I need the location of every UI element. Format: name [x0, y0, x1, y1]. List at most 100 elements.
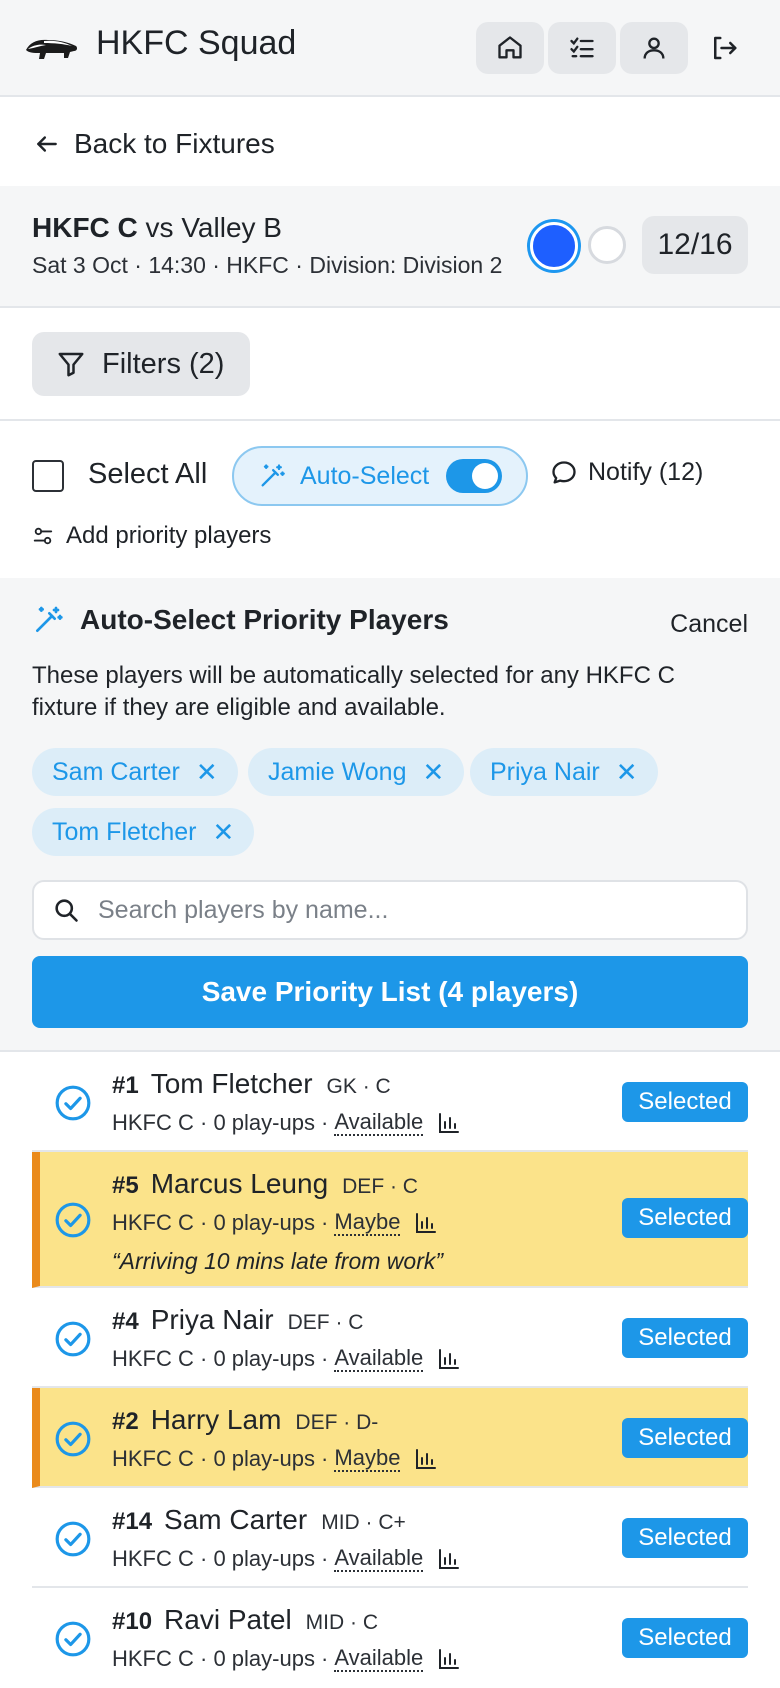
player-row[interactable]: #1 Tom Fletcher GK · C HKFC C · 0 play-u… — [32, 1052, 748, 1152]
player-header: #10 Ravi Patel MID · C — [112, 1604, 378, 1636]
filters-button[interactable]: Filters (2) — [32, 332, 250, 396]
player-team: HKFC C · 0 play-ups · — [112, 1646, 329, 1671]
logout-icon — [714, 36, 737, 60]
player-info: HKFC C · 0 play-ups · Maybe — [112, 1210, 438, 1236]
select-all-checkbox[interactable] — [32, 460, 64, 492]
home-button[interactable] — [476, 22, 544, 74]
check-circle-icon — [55, 1421, 91, 1457]
notify-label: Notify (12) — [588, 458, 704, 486]
selected-button[interactable]: Selected — [622, 1318, 748, 1358]
home-icon — [498, 36, 522, 59]
player-name: Sam Carter — [164, 1504, 308, 1535]
check-circle-icon — [55, 1085, 91, 1121]
player-header: #1 Tom Fletcher GK · C — [112, 1068, 391, 1100]
home-color-dot[interactable] — [530, 222, 578, 270]
remove-chip-icon[interactable]: ✕ — [423, 759, 445, 785]
user-icon — [643, 37, 665, 59]
fixture-details: Sat 3 Oct · 14:30 · HKFC · Division: Div… — [32, 252, 503, 278]
player-row[interactable]: #5 Marcus Leung DEF · C HKFC C · 0 play-… — [32, 1152, 748, 1288]
remove-chip-icon[interactable]: ✕ — [212, 819, 234, 845]
arrow-left-icon — [37, 136, 57, 152]
stats-icon[interactable] — [414, 1447, 438, 1471]
remove-chip-icon[interactable]: ✕ — [196, 759, 218, 785]
player-header: #2 Harry Lam DEF · D- — [112, 1404, 378, 1436]
auto-select-label: Auto-Select — [300, 461, 430, 490]
player-info: HKFC C · 0 play-ups · Available — [112, 1646, 461, 1672]
away-color-dot[interactable] — [588, 226, 626, 264]
availability-status[interactable]: Maybe — [334, 1210, 401, 1236]
app-title: HKFC Squad — [96, 24, 297, 62]
player-number: #10 — [112, 1608, 153, 1635]
back-to-fixtures-link[interactable]: Back to Fixtures — [34, 124, 275, 164]
selected-button[interactable]: Selected — [622, 1082, 748, 1122]
stats-icon[interactable] — [414, 1211, 438, 1235]
player-name: Marcus Leung — [150, 1168, 329, 1199]
player-row[interactable]: #4 Priya Nair DEF · C HKFC C · 0 play-up… — [32, 1288, 748, 1388]
fixture-team: HKFC C — [32, 212, 138, 243]
search-icon — [55, 899, 78, 922]
priority-panel-heading: Auto-Select Priority Players — [32, 604, 449, 636]
player-row[interactable]: #14 Sam Carter MID · C+ HKFC C · 0 play-… — [32, 1488, 748, 1588]
stats-icon[interactable] — [437, 1111, 461, 1135]
fixture-title: HKFC C vs Valley B — [32, 212, 282, 244]
player-search-input[interactable] — [98, 895, 698, 925]
player-position-grade: DEF · C — [342, 1175, 418, 1198]
add-priority-players-link[interactable]: Add priority players — [32, 522, 271, 550]
selected-button[interactable]: Selected — [622, 1518, 748, 1558]
availability-status[interactable]: Available — [334, 1110, 424, 1136]
filter-icon — [58, 352, 84, 377]
save-priority-button[interactable]: Save Priority List (4 players) — [32, 956, 748, 1028]
stats-icon[interactable] — [437, 1647, 461, 1671]
sliders-icon — [33, 527, 53, 545]
availability-status[interactable]: Available — [334, 1646, 424, 1672]
player-info: HKFC C · 0 play-ups · Available — [112, 1346, 461, 1372]
filters-label: Filters (2) — [102, 347, 225, 380]
player-row[interactable]: #10 Ravi Patel MID · C HKFC C · 0 play-u… — [32, 1588, 748, 1688]
fixture-opponent: vs Valley B — [145, 212, 282, 243]
selected-button[interactable]: Selected — [622, 1418, 748, 1458]
stats-icon[interactable] — [437, 1347, 461, 1371]
availability-status[interactable]: Available — [334, 1346, 424, 1372]
notify-button[interactable]: Notify (12) — [550, 458, 703, 487]
stats-icon[interactable] — [437, 1547, 461, 1571]
player-number: #1 — [112, 1072, 139, 1099]
chip-label: Priya Nair — [490, 757, 600, 786]
section-divider — [0, 419, 780, 421]
availability-status[interactable]: Maybe — [334, 1446, 401, 1472]
player-name: Priya Nair — [150, 1304, 274, 1335]
selected-button[interactable]: Selected — [622, 1198, 748, 1238]
cancel-button[interactable]: Cancel — [670, 610, 748, 639]
player-position-grade: MID · C+ — [321, 1511, 406, 1534]
player-team: HKFC C · 0 play-ups · — [112, 1110, 329, 1135]
remove-chip-icon[interactable]: ✕ — [616, 759, 638, 785]
player-search — [32, 880, 748, 940]
selection-count-badge: 12/16 — [642, 216, 748, 274]
player-team: HKFC C · 0 play-ups · — [112, 1546, 329, 1571]
player-number: #14 — [112, 1508, 153, 1535]
chat-bubble-icon — [552, 460, 576, 483]
priority-panel-title: Auto-Select Priority Players — [80, 604, 449, 635]
magic-wand-icon — [36, 606, 63, 632]
player-info: HKFC C · 0 play-ups · Available — [112, 1110, 461, 1136]
player-info: HKFC C · 0 play-ups · Maybe — [112, 1446, 438, 1472]
player-header: #14 Sam Carter MID · C+ — [112, 1504, 406, 1536]
player-header: #4 Priya Nair DEF · C — [112, 1304, 363, 1336]
availability-status[interactable]: Available — [334, 1546, 424, 1572]
player-name: Tom Fletcher — [150, 1068, 313, 1099]
availability-button[interactable] — [548, 22, 616, 74]
player-row[interactable]: #2 Harry Lam DEF · D- HKFC C · 0 play-up… — [32, 1388, 748, 1488]
priority-chip: Tom Fletcher ✕ — [32, 808, 255, 856]
select-all-label[interactable]: Select All — [88, 458, 207, 491]
profile-button[interactable] — [620, 22, 688, 74]
magic-wand-icon — [261, 464, 285, 487]
badger-logo — [26, 39, 78, 59]
check-circle-icon — [55, 1321, 91, 1357]
chip-label: Tom Fletcher — [52, 817, 197, 846]
priority-players-panel: Auto-Select Priority Players Cancel Thes… — [0, 578, 780, 1052]
player-number: #5 — [112, 1172, 139, 1199]
player-info: HKFC C · 0 play-ups · Available — [112, 1546, 461, 1572]
auto-select-toggle[interactable] — [446, 459, 502, 493]
logout-button[interactable] — [690, 22, 758, 74]
player-position-grade: DEF · C — [287, 1311, 364, 1334]
selected-button[interactable]: Selected — [622, 1618, 748, 1658]
